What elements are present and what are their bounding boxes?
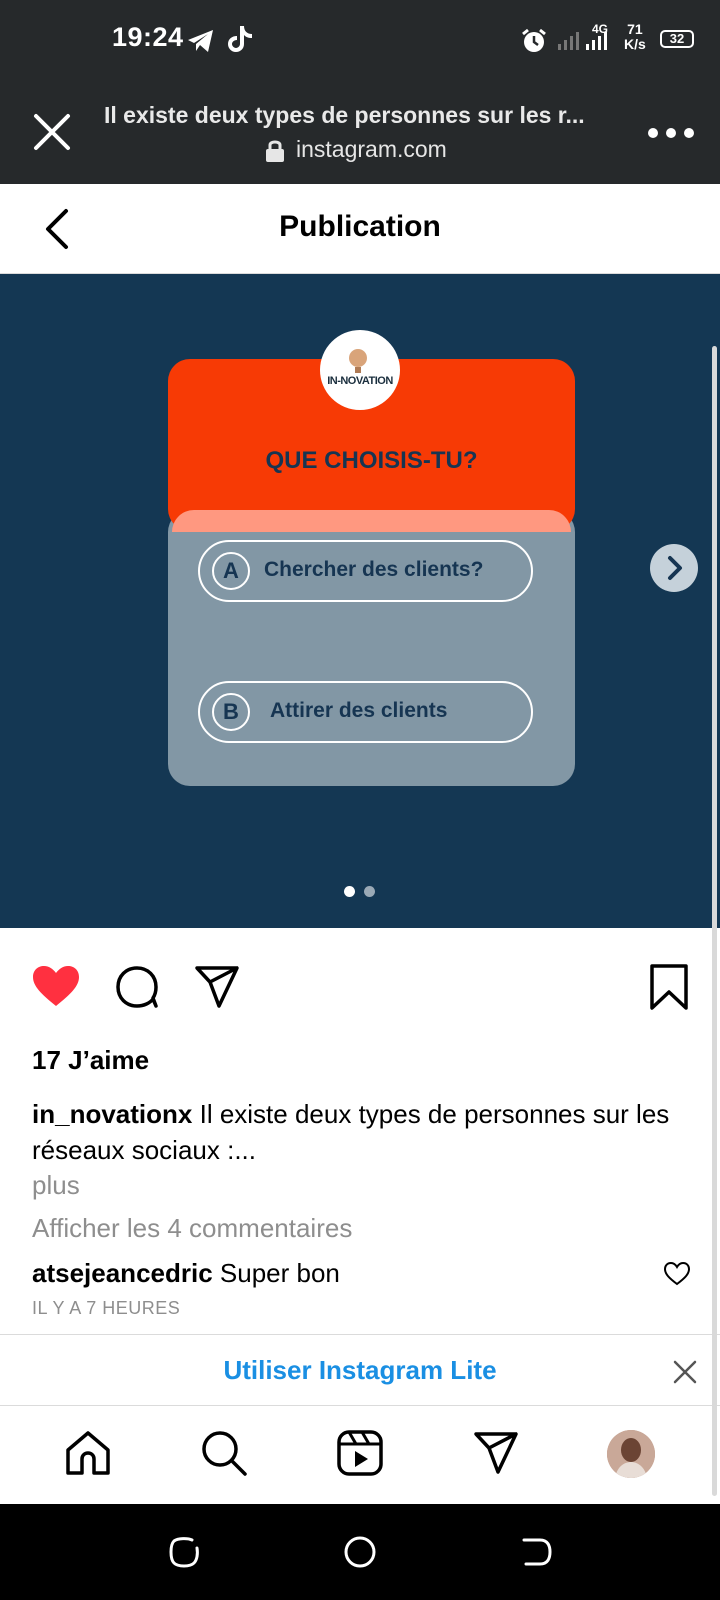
brand-logo [320, 330, 400, 410]
network-speed: 71 K/s [624, 22, 646, 52]
lock-icon [266, 140, 284, 162]
option-text: Chercher des clients? [264, 558, 484, 581]
carousel-dot [364, 886, 375, 897]
profile-avatar[interactable] [607, 1430, 655, 1478]
back-button-icon[interactable] [518, 1534, 554, 1570]
comment-username[interactable]: atsejeancedric [32, 1258, 213, 1288]
comment-icon[interactable] [112, 962, 162, 1012]
speed-value: 71 [627, 21, 643, 37]
battery-indicator: 32 [660, 30, 694, 48]
network-type: 4G [592, 22, 609, 36]
home-button-icon[interactable] [342, 1534, 378, 1570]
use-instagram-lite-link[interactable]: Utiliser Instagram Lite [0, 1355, 720, 1386]
quiz-question: QUE CHOISIS-TU? [265, 447, 478, 474]
likes-count[interactable]: 17 J’aime [32, 1045, 149, 1076]
speed-unit: K/s [624, 36, 646, 52]
tiktok-icon [228, 26, 252, 52]
quiz-card-divider [172, 510, 571, 532]
page-title: Publication [279, 210, 441, 243]
option-letter: A [212, 552, 250, 590]
close-icon[interactable] [30, 110, 74, 154]
carousel-next-button[interactable] [650, 544, 698, 592]
direct-icon[interactable] [471, 1428, 521, 1478]
view-comments-link[interactable]: Afficher les 4 commentaires [32, 1213, 352, 1244]
brand-name: IN-NOVATION [327, 375, 393, 387]
home-icon[interactable] [63, 1428, 113, 1478]
browser-url[interactable]: instagram.com [296, 136, 447, 163]
browser-bar [0, 80, 720, 184]
alarm-icon [522, 28, 546, 52]
heart-outline-icon[interactable] [664, 1262, 690, 1286]
option-letter: B [212, 693, 250, 731]
recents-icon[interactable] [166, 1534, 202, 1570]
bookmark-icon[interactable] [644, 962, 694, 1012]
status-time: 19:24 [112, 22, 184, 52]
post-caption: in_novationx Il existe deux types de per… [32, 1096, 672, 1168]
scrollbar[interactable] [712, 346, 717, 1496]
more-options-icon[interactable] [646, 126, 696, 140]
carousel-dot-active [344, 886, 355, 897]
quiz-option-b: B Attirer des clients [198, 681, 533, 743]
heart-icon[interactable] [31, 962, 81, 1012]
close-banner-icon[interactable] [672, 1359, 698, 1385]
comment-timestamp: IL Y A 7 HEURES [32, 1298, 181, 1318]
caption-username[interactable]: in_novationx [32, 1099, 192, 1129]
comment-text: Super bon [219, 1258, 340, 1288]
telegram-icon [188, 30, 213, 52]
reels-icon[interactable] [335, 1428, 385, 1478]
avatar-image [607, 1430, 655, 1478]
quiz-option-a: A Chercher des clients? [198, 540, 533, 602]
caption-more-link[interactable]: plus [32, 1170, 80, 1201]
signal-icon [558, 32, 607, 50]
chevron-right-icon [668, 556, 682, 580]
comment-item: atsejeancedric Super bon [32, 1258, 652, 1289]
lightbulb-icon [349, 349, 367, 373]
option-text: Attirer des clients [270, 699, 448, 722]
browser-page-title: Il existe deux types de personnes sur le… [104, 102, 585, 128]
share-icon[interactable] [192, 962, 242, 1012]
search-icon[interactable] [199, 1428, 249, 1478]
